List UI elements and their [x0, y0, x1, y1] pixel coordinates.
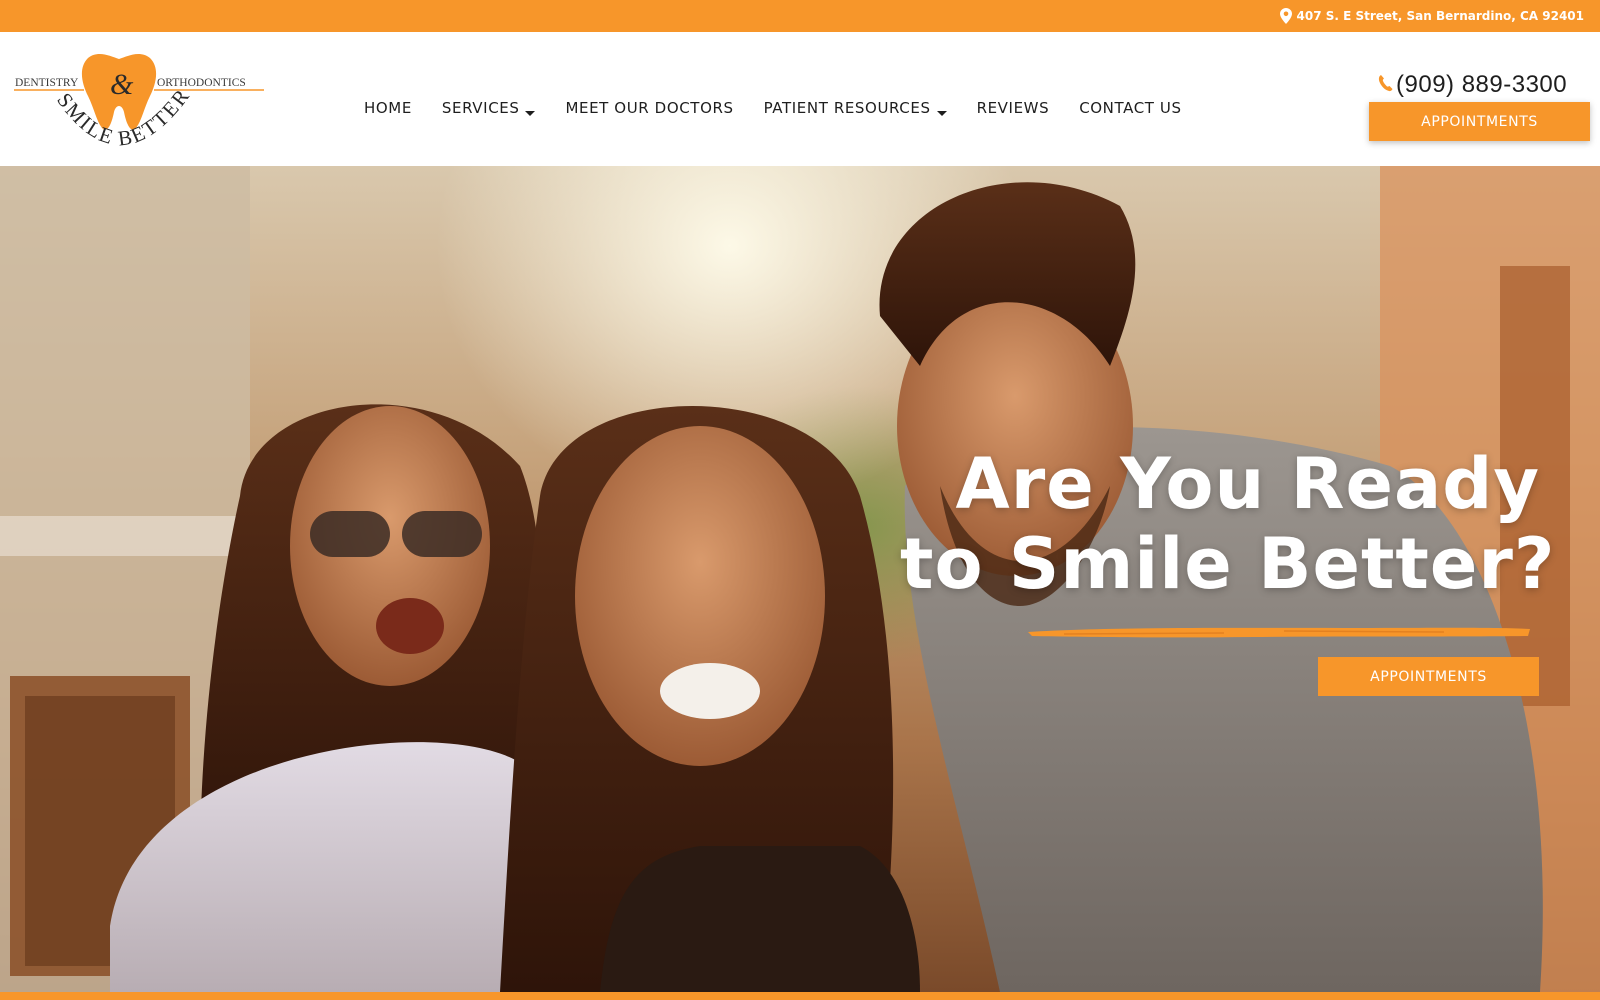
- hero-banner: Are You Ready to Smile Better? APPOINTME…: [0, 166, 1600, 992]
- nav-item-meet-our-doctors[interactable]: MEET OUR DOCTORS: [565, 99, 733, 117]
- logo-word-dentistry: DENTISTRY: [15, 77, 79, 89]
- address-link[interactable]: 407 S. E Street, San Bernardino, CA 9240…: [1279, 0, 1585, 32]
- header-appointments-button[interactable]: APPOINTMENTS: [1369, 102, 1590, 141]
- map-pin-icon: [1279, 8, 1292, 24]
- hero-title-line-1: Are You Ready: [955, 443, 1540, 525]
- logo-ampersand: &: [110, 68, 134, 101]
- phone-icon: [1378, 74, 1394, 96]
- nav-item-label: MEET OUR DOCTORS: [565, 99, 734, 117]
- hero-title-line-2: to Smile Better?: [900, 523, 1556, 605]
- caret-down-icon: [936, 110, 947, 116]
- hero-title: Are You Ready to Smile Better?: [900, 443, 1556, 605]
- nav-item-home[interactable]: HOME: [364, 99, 412, 117]
- logo-word-orthodontics: ORTHODONTICS: [157, 77, 246, 89]
- phone-number: (909) 889-3300: [1396, 71, 1568, 98]
- site-logo[interactable]: DENTISTRY & ORTHODONTICS SMILE BETTER: [14, 50, 264, 162]
- nav-item-services[interactable]: SERVICES: [442, 99, 536, 117]
- nav-item-label: HOME: [364, 99, 412, 117]
- main-nav: HOME SERVICES MEET OUR DOCTORS PATIENT RESO…: [364, 96, 1182, 120]
- bottom-accent-strip: [0, 992, 1600, 1000]
- hero-appointments-button[interactable]: APPOINTMENTS: [1318, 657, 1539, 696]
- address-text: 407 S. E Street, San Bernardino, CA 9240…: [1296, 9, 1585, 23]
- caret-down-icon: [525, 110, 536, 116]
- nav-item-label: REVIEWS: [976, 99, 1050, 117]
- nav-item-reviews[interactable]: REVIEWS: [977, 99, 1050, 117]
- nav-item-label: CONTACT US: [1079, 99, 1182, 117]
- nav-item-label: PATIENT RESOURCES: [763, 99, 931, 117]
- top-address-bar: 407 S. E Street, San Bernardino, CA 9240…: [0, 0, 1600, 32]
- phone-link[interactable]: (909) 889-3300: [1378, 70, 1567, 100]
- site-header: DENTISTRY & ORTHODONTICS SMILE BETTER HO…: [0, 32, 1600, 166]
- nav-item-patient-resources[interactable]: PATIENT RESOURCES: [764, 99, 947, 117]
- brush-underline: [1028, 627, 1530, 638]
- nav-item-contact-us[interactable]: CONTACT US: [1079, 99, 1181, 117]
- nav-item-label: SERVICES: [441, 99, 520, 117]
